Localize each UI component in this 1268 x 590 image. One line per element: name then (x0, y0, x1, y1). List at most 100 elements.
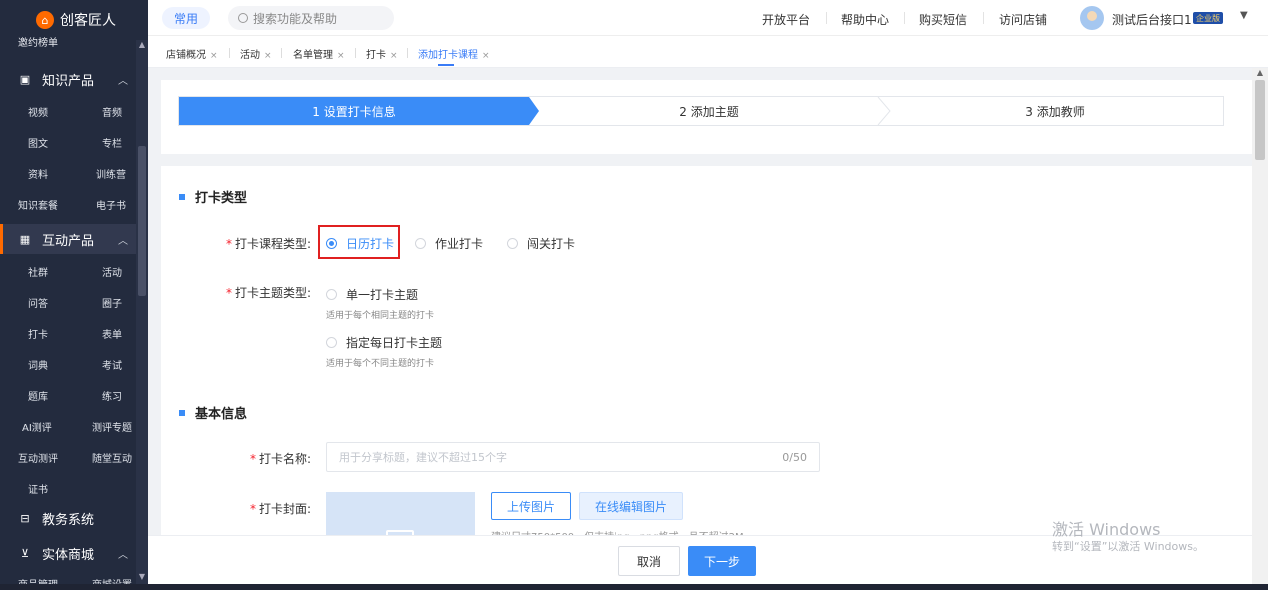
taskbar-strip (0, 584, 1268, 590)
caret-down-icon[interactable]: ▼ (1240, 10, 1248, 21)
sidebar-item-video[interactable]: 视频 (28, 104, 48, 119)
tab-add-checkin-course[interactable]: 添加打卡课程 × (418, 46, 490, 61)
tab-activity[interactable]: 活动 × (240, 46, 272, 61)
sidebar-item-interactive-assessment[interactable]: 互动测评 (18, 450, 58, 465)
tab-roster[interactable]: 名单管理 × (293, 46, 345, 61)
close-icon[interactable]: × (390, 51, 398, 61)
open-platform-link[interactable]: 开放平台 (762, 11, 810, 28)
sidebar-section-academic[interactable]: ⊟ 教务系统 (0, 503, 136, 533)
theme-type-label: * 打卡主题类型: (225, 286, 311, 300)
tab-label: 店铺概况 (166, 50, 206, 61)
sidebar-item-dictionary[interactable]: 词典 (28, 357, 48, 372)
section-title-checkin-type: 打卡类型 (179, 187, 247, 206)
tab-checkin[interactable]: 打卡 × (366, 46, 398, 61)
sidebar-item-checkin[interactable]: 打卡 (28, 326, 48, 341)
radio-dot-icon (507, 238, 518, 249)
sidebar-item-ai-assessment[interactable]: AI测评 (22, 419, 52, 434)
radio-level-checkin[interactable]: 闯关打卡 (507, 235, 575, 252)
common-button[interactable]: 常用 (162, 7, 210, 29)
sidebar-item-column[interactable]: 专栏 (102, 135, 122, 150)
tab-label: 名单管理 (293, 50, 333, 61)
monitor-icon: ⊟ (20, 511, 30, 525)
tab-divider (355, 48, 356, 58)
tab-divider (229, 48, 230, 58)
checkin-name-input[interactable]: 用于分享标题，建议不超过15个字 0/50 (326, 442, 820, 472)
tab-store-overview[interactable]: 店铺概况 × (166, 46, 218, 61)
main-content: 1 设置打卡信息 2 添加主题 3 添加教师 打卡类型 * 打卡课程类型: 日历打… (148, 68, 1252, 590)
step-3: 3 添加教师 (1025, 104, 1085, 119)
user-name[interactable]: 测试后台接口1 (1112, 11, 1192, 28)
close-icon[interactable]: × (210, 51, 218, 61)
next-step-button[interactable]: 下一步 (688, 546, 756, 576)
search-input[interactable]: 搜索功能及帮助 (228, 6, 394, 30)
sidebar-item-community[interactable]: 社群 (28, 264, 48, 279)
sidebar-scrollbar[interactable] (136, 40, 148, 584)
tab-label: 打卡 (366, 50, 386, 61)
chevron-up-icon: ︿ (118, 235, 128, 247)
sidebar: ⌂ 创客匠人 邀约榜单 ▣ 知识产品 ︿ 视频 音频 图文 专栏 资料 训练营 … (0, 0, 148, 590)
grid-icon: ▦ (19, 232, 31, 246)
sidebar-item-circle[interactable]: 圈子 (102, 295, 122, 310)
sidebar-item-practice[interactable]: 练习 (102, 388, 122, 403)
sidebar-item-camp[interactable]: 训练营 (96, 166, 126, 181)
input-placeholder: 用于分享标题，建议不超过15个字 (339, 451, 507, 464)
sidebar-item-ebook[interactable]: 电子书 (96, 197, 126, 212)
tab-divider (407, 48, 408, 58)
section-title-basic-info: 基本信息 (179, 403, 247, 422)
close-icon[interactable]: × (264, 51, 272, 61)
windows-watermark-subtitle: 转到“设置”以激活 Windows。 (1052, 540, 1204, 553)
sidebar-item-bundle[interactable]: 知识套餐 (18, 197, 58, 212)
tab-divider (281, 48, 282, 58)
section-title-text: 打卡类型 (195, 191, 248, 206)
scroll-up-icon[interactable]: ▲ (137, 40, 147, 49)
daily-theme-hint: 适用于每个不同主题的打卡 (326, 359, 435, 369)
course-type-label: * 打卡课程类型: (225, 237, 311, 251)
sidebar-section-mall[interactable]: ⊻ 实体商城 ︿ (0, 538, 136, 568)
main-scrollbar[interactable]: ▲ (1252, 68, 1268, 590)
main-scroll-thumb[interactable] (1255, 80, 1265, 160)
sidebar-item-qa[interactable]: 问答 (28, 295, 48, 310)
sidebar-item-audio[interactable]: 音频 (102, 104, 122, 119)
tab-label: 添加打卡课程 (418, 50, 478, 61)
avatar[interactable] (1080, 6, 1104, 30)
radio-label: 单一打卡主题 (346, 288, 419, 302)
scroll-up-icon[interactable]: ▲ (1255, 68, 1265, 77)
sidebar-item-activity[interactable]: 活动 (102, 264, 122, 279)
brand-name: 创客匠人 (60, 13, 116, 29)
radio-daily-theme[interactable]: 指定每日打卡主题 (326, 334, 442, 351)
radio-single-theme[interactable]: 单一打卡主题 (326, 286, 418, 303)
radio-homework-checkin[interactable]: 作业打卡 (415, 235, 483, 252)
book-icon: ▣ (19, 72, 31, 86)
sidebar-item-certificate[interactable]: 证书 (28, 481, 48, 496)
nav-divider (904, 12, 905, 24)
buy-sms-link[interactable]: 购买短信 (919, 11, 967, 28)
close-icon[interactable]: × (482, 51, 490, 61)
scroll-down-icon[interactable]: ▼ (137, 572, 147, 581)
online-edit-image-button[interactable]: 在线编辑图片 (579, 492, 683, 520)
sidebar-item-question-bank[interactable]: 题库 (28, 388, 48, 403)
step-1: 1 设置打卡信息 (179, 97, 529, 125)
cancel-button[interactable]: 取消 (618, 546, 680, 576)
close-icon[interactable]: × (337, 51, 345, 61)
help-center-link[interactable]: 帮助中心 (841, 11, 889, 28)
sidebar-item-exam[interactable]: 考试 (102, 357, 122, 372)
sidebar-item-invite-rank[interactable]: 邀约榜单 (18, 34, 58, 49)
label-text: 打卡主题类型: (234, 286, 311, 300)
radio-dot-icon (326, 337, 337, 348)
sidebar-item-assessment-topic[interactable]: 测评专题 (92, 419, 132, 434)
upload-image-button[interactable]: 上传图片 (491, 492, 571, 520)
enterprise-badge: 企业版 (1193, 12, 1223, 24)
sidebar-item-article[interactable]: 图文 (28, 135, 48, 150)
sidebar-section-knowledge[interactable]: ▣ 知识产品 ︿ (0, 64, 136, 94)
nav-divider (983, 12, 984, 24)
sidebar-item-classroom-interaction[interactable]: 随堂互动 (92, 450, 132, 465)
radio-label: 作业打卡 (435, 237, 484, 251)
radio-label: 闯关打卡 (527, 237, 576, 251)
sidebar-scroll-thumb[interactable] (138, 146, 146, 296)
section-title-text: 基本信息 (195, 407, 248, 422)
radio-label: 指定每日打卡主题 (346, 336, 443, 350)
sidebar-item-material[interactable]: 资料 (28, 166, 48, 181)
sidebar-section-interactive[interactable]: ▦ 互动产品 ︿ (0, 224, 136, 254)
sidebar-item-form[interactable]: 表单 (102, 326, 122, 341)
visit-store-link[interactable]: 访问店铺 (999, 11, 1047, 28)
